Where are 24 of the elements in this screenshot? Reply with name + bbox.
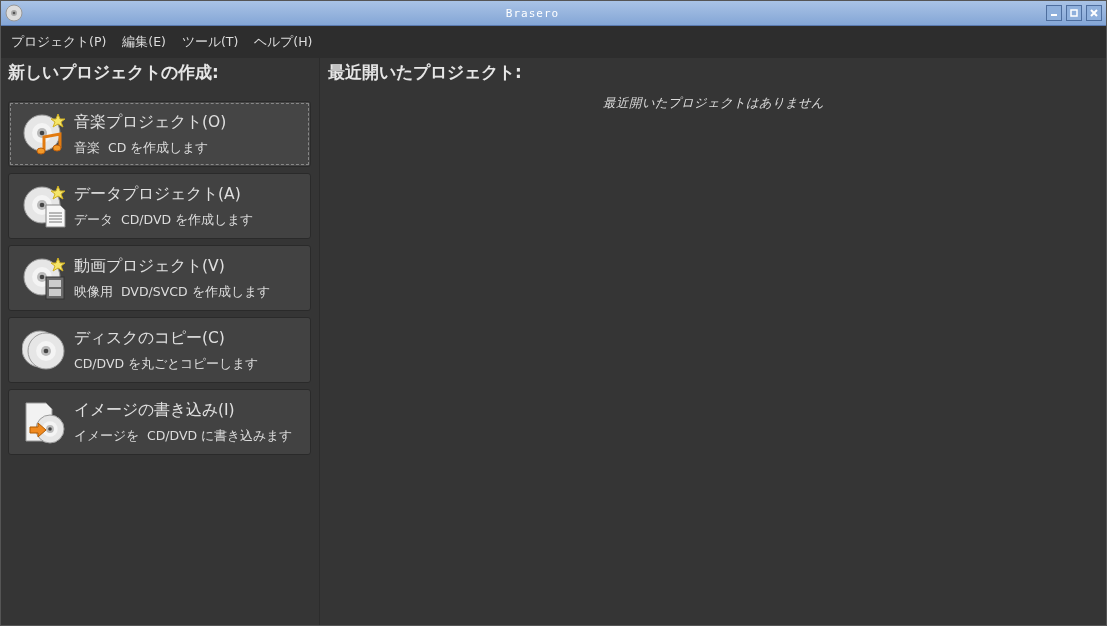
music-disc-icon bbox=[22, 111, 68, 157]
disc-copy-icon bbox=[22, 327, 68, 373]
project-button[interactable]: 音楽プロジェクト(O) 音楽 CD を作成します bbox=[8, 101, 311, 167]
empty-message: 最近開いたプロジェクトはありません bbox=[601, 95, 825, 112]
maximize-button[interactable] bbox=[1066, 5, 1082, 21]
minimize-button[interactable] bbox=[1046, 5, 1062, 21]
menu-item[interactable]: ヘルプ(H) bbox=[246, 33, 321, 51]
section-heading: 最近開いたプロジェクト: bbox=[328, 61, 523, 84]
video-disc-icon bbox=[22, 255, 68, 301]
image-burn-icon bbox=[22, 399, 68, 445]
close-button[interactable] bbox=[1086, 5, 1102, 21]
disc-app-icon bbox=[5, 4, 23, 22]
section-heading: 新しいプロジェクトの作成: bbox=[8, 61, 220, 84]
data-disc-icon bbox=[22, 183, 68, 229]
close-icon bbox=[1090, 9, 1098, 17]
project-button[interactable]: データプロジェクト(A) データ CD/DVD を作成します bbox=[8, 173, 311, 239]
menu-item[interactable]: 編集(E) bbox=[114, 33, 174, 51]
menu-item[interactable]: ツール(T) bbox=[173, 33, 247, 51]
project-button[interactable]: ディスクのコピー(C) CD/DVD を丸ごとコピーします bbox=[8, 317, 311, 383]
project-button[interactable]: イメージの書き込み(I) イメージを CD/DVD に書き込みます bbox=[8, 389, 311, 455]
maximize-icon bbox=[1070, 9, 1078, 17]
menu-item[interactable]: プロジェクト(P) bbox=[3, 33, 115, 51]
window-title: Brasero bbox=[504, 6, 561, 20]
project-button[interactable]: 動画プロジェクト(V) 映像用 DVD/SVCD を作成します bbox=[8, 245, 311, 311]
